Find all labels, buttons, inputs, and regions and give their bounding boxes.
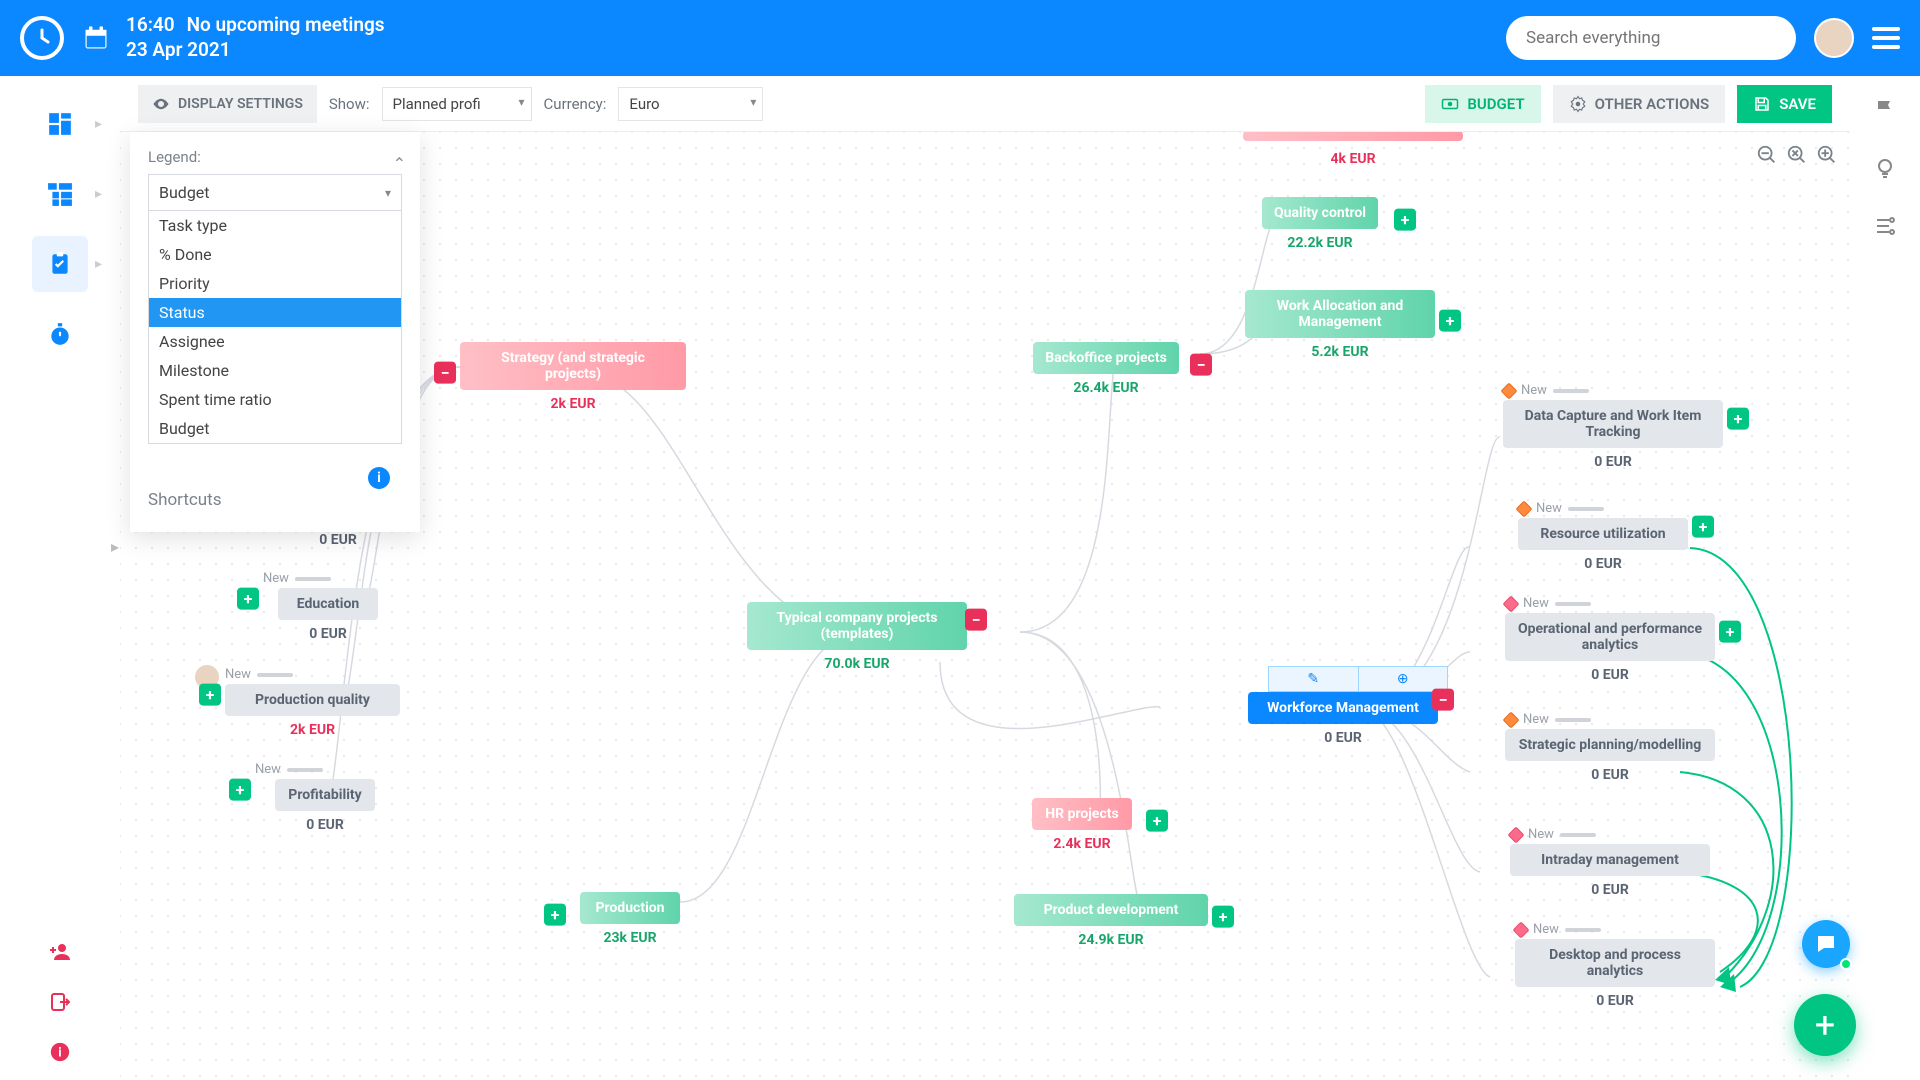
node-resource-util[interactable]: New Resource utilization + 0 EUR xyxy=(1518,501,1688,572)
save-icon xyxy=(1753,95,1771,113)
node-work-alloc[interactable]: Work Allocation and Management + 5.2k EU… xyxy=(1245,290,1435,360)
node-workforce[interactable]: ✎ ⊕ Workforce Management − 0 EUR xyxy=(1238,692,1448,746)
legend-option[interactable]: Spent time ratio xyxy=(149,385,401,414)
topbar: 16:40 No upcoming meetings 23 Apr 2021 xyxy=(0,0,1920,76)
expand-icon[interactable]: + xyxy=(1146,810,1168,832)
add-fab[interactable]: + xyxy=(1794,994,1856,1056)
collapse-icon[interactable]: − xyxy=(1190,354,1212,376)
calendar-icon[interactable] xyxy=(82,24,110,52)
legend-option[interactable]: Task type xyxy=(149,211,401,240)
collapse-icon[interactable]: − xyxy=(965,609,987,631)
node-production[interactable]: + Production 23k EUR xyxy=(570,892,690,946)
nav-timer[interactable] xyxy=(32,306,88,362)
node-intraday[interactable]: New Intraday management 0 EUR xyxy=(1510,827,1710,898)
zoom-controls xyxy=(1754,142,1840,168)
chevron-up-icon[interactable]: ⌃ xyxy=(393,154,406,173)
display-settings-popup: Legend: ⌃ Budget ▾ Task type% DonePriori… xyxy=(130,132,420,532)
expand-icon[interactable]: + xyxy=(237,588,259,610)
gear-icon xyxy=(1569,95,1587,113)
zoom-in-icon[interactable] xyxy=(1814,142,1840,168)
expand-icon[interactable]: + xyxy=(1692,516,1714,538)
hamburger-menu-icon[interactable] xyxy=(1872,27,1900,49)
edit-icon[interactable]: ✎ xyxy=(1268,666,1359,692)
list-settings-icon[interactable] xyxy=(1873,214,1897,242)
display-settings-button[interactable]: DISPLAY SETTINGS xyxy=(138,85,317,123)
currency-label: Currency: xyxy=(544,95,607,113)
show-select[interactable]: Planned profi xyxy=(382,87,532,121)
other-actions-button[interactable]: OTHER ACTIONS xyxy=(1553,85,1726,123)
info-badge[interactable]: i xyxy=(368,467,390,489)
collapse-icon[interactable]: − xyxy=(1432,689,1454,711)
node-strategy[interactable]: − Strategy (and strategic projects) 2k E… xyxy=(460,342,686,412)
node-prod-quality[interactable]: New + Production quality 2k EUR xyxy=(225,667,400,738)
chat-fab[interactable] xyxy=(1802,920,1850,968)
legend-option[interactable]: Status xyxy=(149,298,401,327)
node-top-cutoff[interactable]: 4k EUR xyxy=(1243,132,1463,167)
chevron-right-icon: ▸ xyxy=(95,186,102,202)
expand-icon[interactable]: + xyxy=(1394,209,1416,231)
legend-option[interactable]: % Done xyxy=(149,240,401,269)
expand-icon[interactable]: + xyxy=(229,779,251,801)
chevron-down-icon: ▾ xyxy=(385,186,391,200)
save-button[interactable]: SAVE xyxy=(1737,85,1832,123)
expand-icon[interactable]: + xyxy=(1727,408,1749,430)
clock-time: 16:40 xyxy=(126,13,175,38)
shortcuts-label[interactable]: Shortcuts xyxy=(148,490,222,510)
right-rail xyxy=(1850,76,1920,1080)
node-strat-plan[interactable]: New Strategic planning/modelling 0 EUR xyxy=(1505,712,1715,783)
node-desktop[interactable]: New Desktop and process analytics 0 EUR xyxy=(1515,922,1715,1009)
node-center[interactable]: Typical company projects (templates) − 7… xyxy=(737,602,977,672)
node-product-dev[interactable]: Product development + 24.9k EUR xyxy=(1014,894,1208,948)
show-label: Show: xyxy=(329,95,370,113)
node-hover-toolbar: ✎ ⊕ xyxy=(1268,666,1448,692)
collapse-icon[interactable]: − xyxy=(434,362,456,384)
chevron-right-icon: ▸ xyxy=(95,116,102,132)
bulb-icon[interactable] xyxy=(1873,156,1897,184)
currency-select[interactable]: Euro xyxy=(618,87,763,121)
legend-select[interactable]: Budget ▾ xyxy=(148,174,402,211)
expand-icon[interactable]: + xyxy=(1719,621,1741,643)
nav-hierarchy[interactable]: ▸ xyxy=(32,166,88,222)
nav-info[interactable]: i xyxy=(32,1030,88,1074)
flag-icon[interactable] xyxy=(1873,98,1897,126)
legend-option[interactable]: Milestone xyxy=(149,356,401,385)
node-hr[interactable]: HR projects + 2.4k EUR xyxy=(1022,798,1142,852)
meetings-status: No upcoming meetings xyxy=(187,13,385,38)
time-block: 16:40 No upcoming meetings 23 Apr 2021 xyxy=(126,13,385,62)
current-date: 23 Apr 2021 xyxy=(126,38,385,63)
left-nav: ▸ ▸ ▸ ▸ i xyxy=(0,76,120,1080)
nav-logout[interactable] xyxy=(32,980,88,1024)
svg-text:i: i xyxy=(58,1046,61,1061)
search-input[interactable] xyxy=(1506,16,1796,60)
node-op-perf[interactable]: New Operational and performance analytic… xyxy=(1505,596,1715,683)
chevron-right-icon: ▸ xyxy=(95,256,102,272)
nav-invite[interactable] xyxy=(32,930,88,974)
legend-label: Legend: xyxy=(130,148,420,170)
expand-icon[interactable]: + xyxy=(1439,310,1461,332)
app-logo-icon[interactable] xyxy=(20,16,64,60)
zoom-out-icon[interactable] xyxy=(1754,142,1780,168)
nav-tasks[interactable]: ▸ xyxy=(32,236,88,292)
legend-option[interactable]: Budget xyxy=(149,414,401,443)
expand-icon[interactable]: + xyxy=(199,684,221,706)
budget-button[interactable]: BUDGET xyxy=(1425,85,1540,123)
legend-options: Task type% DonePriorityStatusAssigneeMil… xyxy=(148,211,402,444)
expand-icon[interactable]: + xyxy=(1212,906,1234,928)
node-quality-control[interactable]: Quality control + 22.2k EUR xyxy=(1250,197,1390,251)
node-data-capture[interactable]: New Data Capture and Work Item Tracking … xyxy=(1503,383,1723,470)
toolbar: DISPLAY SETTINGS Show: Planned profi Cur… xyxy=(120,76,1850,132)
node-backoffice[interactable]: Backoffice projects − 26.4k EUR xyxy=(1026,342,1186,396)
eye-icon xyxy=(152,95,170,113)
node-education[interactable]: New + Education 0 EUR xyxy=(263,571,393,642)
user-avatar[interactable] xyxy=(1814,18,1854,58)
nav-dashboard[interactable]: ▸ xyxy=(32,96,88,152)
money-icon xyxy=(1441,95,1459,113)
zoom-fit-icon[interactable] xyxy=(1784,142,1810,168)
node-profitability[interactable]: New + Profitability 0 EUR xyxy=(255,762,395,833)
legend-option[interactable]: Priority xyxy=(149,269,401,298)
legend-option[interactable]: Assignee xyxy=(149,327,401,356)
collapse-sidebar-icon[interactable]: ▸ xyxy=(105,526,125,566)
expand-icon[interactable]: + xyxy=(544,904,566,926)
